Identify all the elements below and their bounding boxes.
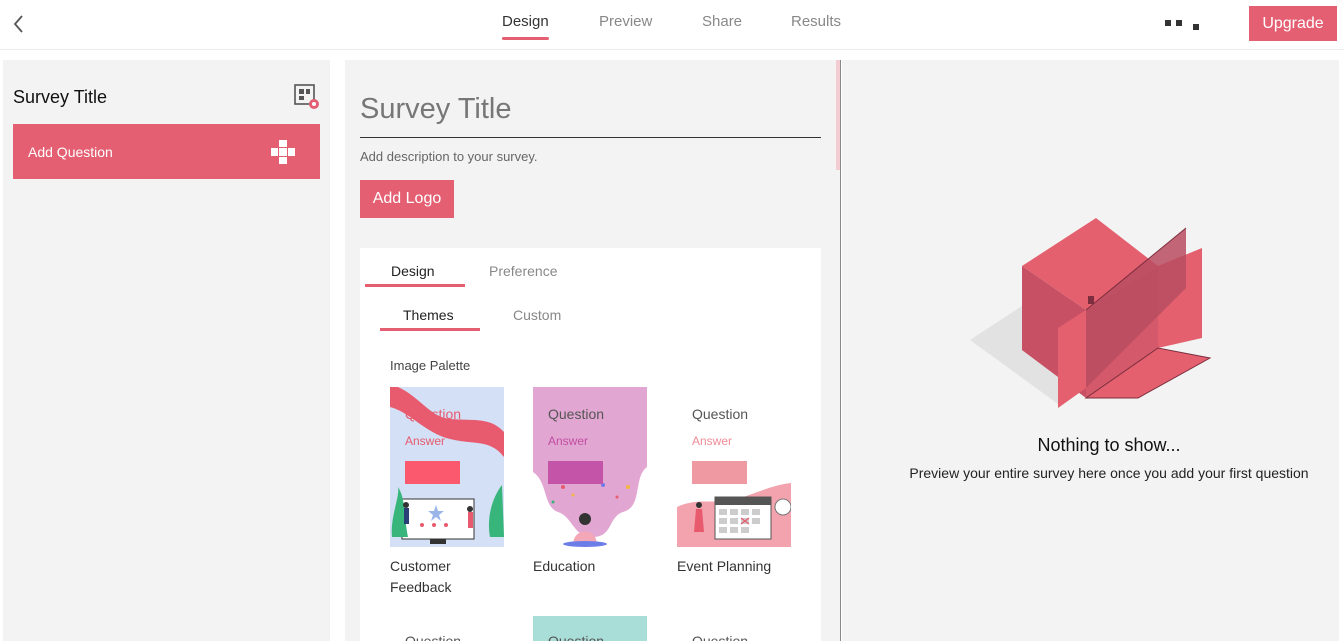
theme-thumbnail: Question Answer <box>677 387 791 547</box>
main-tabs: Design Preview Share Results <box>0 0 1344 50</box>
theme-question-sample: Question <box>548 406 605 422</box>
survey-editor: Survey Title Add description to your sur… <box>345 60 841 641</box>
upgrade-button[interactable]: Upgrade <box>1249 6 1337 41</box>
theme-button-sample <box>405 461 460 484</box>
question-bank-icon[interactable] <box>294 84 320 110</box>
tab-design-settings[interactable]: Design <box>391 263 435 279</box>
add-question-label: Add Question <box>28 144 113 160</box>
empty-state-subtitle: Preview your entire survey here once you… <box>909 465 1309 481</box>
title-underline <box>360 137 821 138</box>
theme-education[interactable]: Question Answer Education <box>533 387 647 577</box>
theme-question-sample: Question <box>405 406 462 422</box>
tab-preference[interactable]: Preference <box>489 263 557 279</box>
theme-event-planning[interactable]: Question Answer Event Planning <box>677 387 791 577</box>
theme-name: Customer Feedback <box>390 558 452 595</box>
tab-custom[interactable]: Custom <box>513 307 561 323</box>
theme-answer-sample: Answer <box>692 434 733 448</box>
plus-icon <box>271 140 295 164</box>
question-sidebar: Survey Title Add Question <box>3 60 330 641</box>
theme-button-sample <box>548 461 603 484</box>
design-tab-indicator <box>365 284 465 287</box>
design-settings-card: Design Preference Themes Custom Image Pa… <box>360 248 821 641</box>
add-logo-button[interactable]: Add Logo <box>360 180 454 218</box>
survey-title-input[interactable]: Survey Title <box>360 93 512 126</box>
theme-customer-feedback[interactable]: Question Answer Customer Feedback <box>390 387 504 598</box>
add-question-button[interactable]: Add Question <box>13 124 320 179</box>
theme-name: Education <box>533 558 596 574</box>
theme-question-sample: Question <box>692 633 749 641</box>
themes-tab-indicator <box>380 328 480 331</box>
image-palette-label: Image Palette <box>390 358 471 373</box>
theme-next-2[interactable]: Question <box>533 616 647 641</box>
sidebar-survey-title: Survey Title <box>13 87 108 107</box>
empty-state-title: Nothing to show... <box>1037 435 1181 455</box>
tab-themes[interactable]: Themes <box>403 307 454 323</box>
preview-panel: Nothing to show... Preview your entire s… <box>842 60 1339 641</box>
theme-next-1[interactable]: Question <box>390 616 504 641</box>
more-options-icon[interactable] <box>1163 17 1203 33</box>
tab-share[interactable]: Share <box>702 13 742 30</box>
theme-next-3[interactable]: Question <box>677 616 791 641</box>
top-bar: Design Preview Share Results Upgrade <box>0 0 1344 50</box>
active-tab-indicator <box>502 37 549 40</box>
theme-answer-sample: Answer <box>548 434 589 448</box>
theme-thumbnail: Question Answer <box>533 387 647 547</box>
theme-question-sample: Question <box>692 406 749 422</box>
empty-box-illustration <box>970 218 1212 408</box>
theme-button-sample <box>692 461 747 484</box>
tab-design[interactable]: Design <box>502 13 549 30</box>
theme-name: Event Planning <box>677 558 772 574</box>
tab-preview[interactable]: Preview <box>599 13 652 30</box>
panel-divider <box>840 60 841 641</box>
survey-description-input[interactable]: Add description to your survey. <box>360 149 538 164</box>
theme-question-sample: Question <box>405 633 462 641</box>
theme-answer-sample: Answer <box>405 434 446 448</box>
theme-thumbnail: Question Answer <box>390 387 504 547</box>
theme-question-sample: Question <box>548 633 605 641</box>
tab-results[interactable]: Results <box>791 13 841 30</box>
